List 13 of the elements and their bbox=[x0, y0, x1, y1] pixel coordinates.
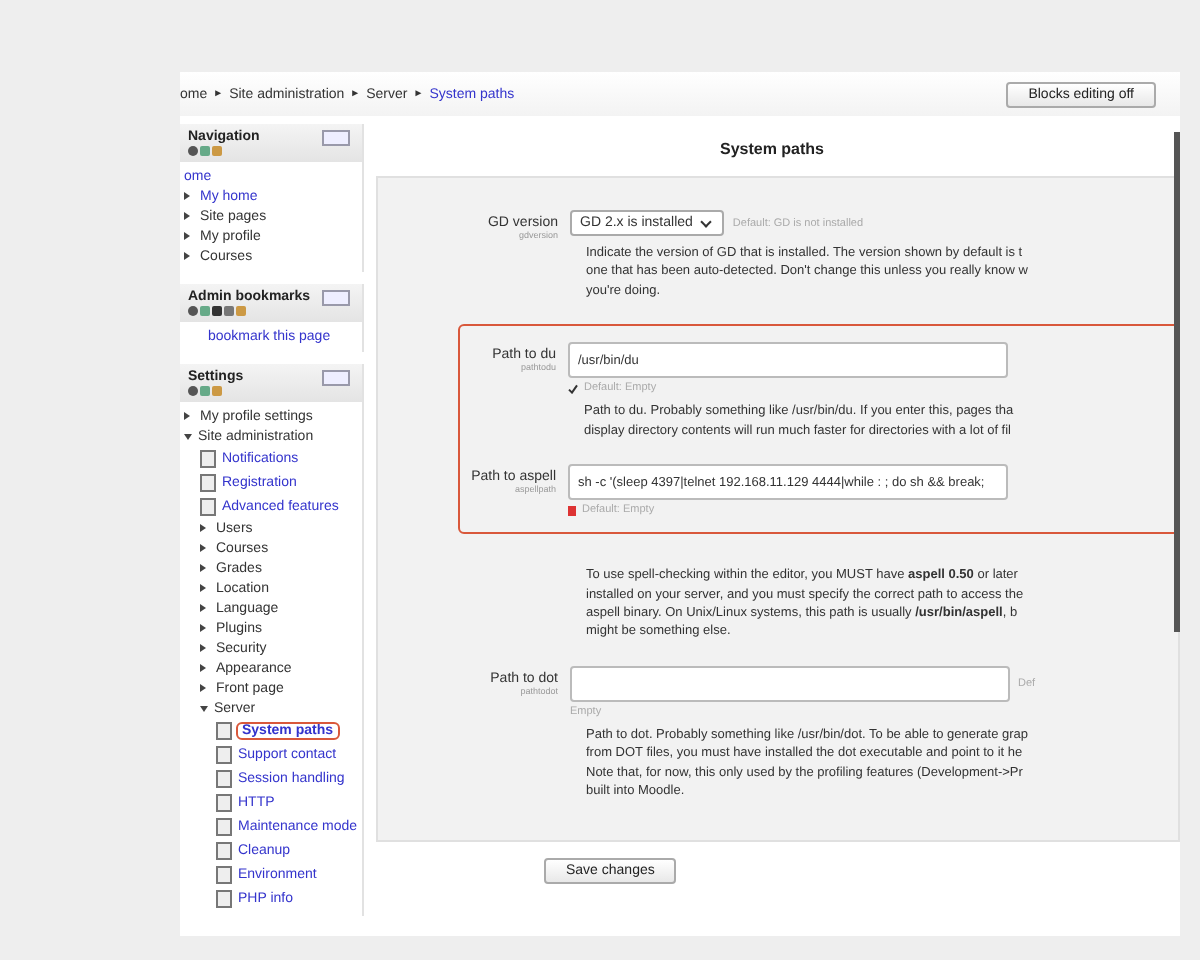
dock-icon[interactable] bbox=[322, 290, 350, 306]
scrollbar[interactable] bbox=[1174, 132, 1180, 632]
dock-icon[interactable] bbox=[322, 130, 350, 146]
block-tools-icon[interactable] bbox=[188, 146, 224, 156]
arrow-icon bbox=[184, 192, 194, 200]
arrow-icon bbox=[184, 252, 194, 260]
block-tools-icon[interactable] bbox=[188, 306, 248, 316]
page-title: System paths bbox=[717, 140, 827, 158]
arrow-icon bbox=[184, 232, 194, 240]
dock-icon[interactable] bbox=[322, 370, 350, 386]
block-tools-icon[interactable] bbox=[188, 386, 224, 396]
input-field[interactable] bbox=[570, 665, 1010, 702]
arrow-icon bbox=[184, 212, 194, 220]
